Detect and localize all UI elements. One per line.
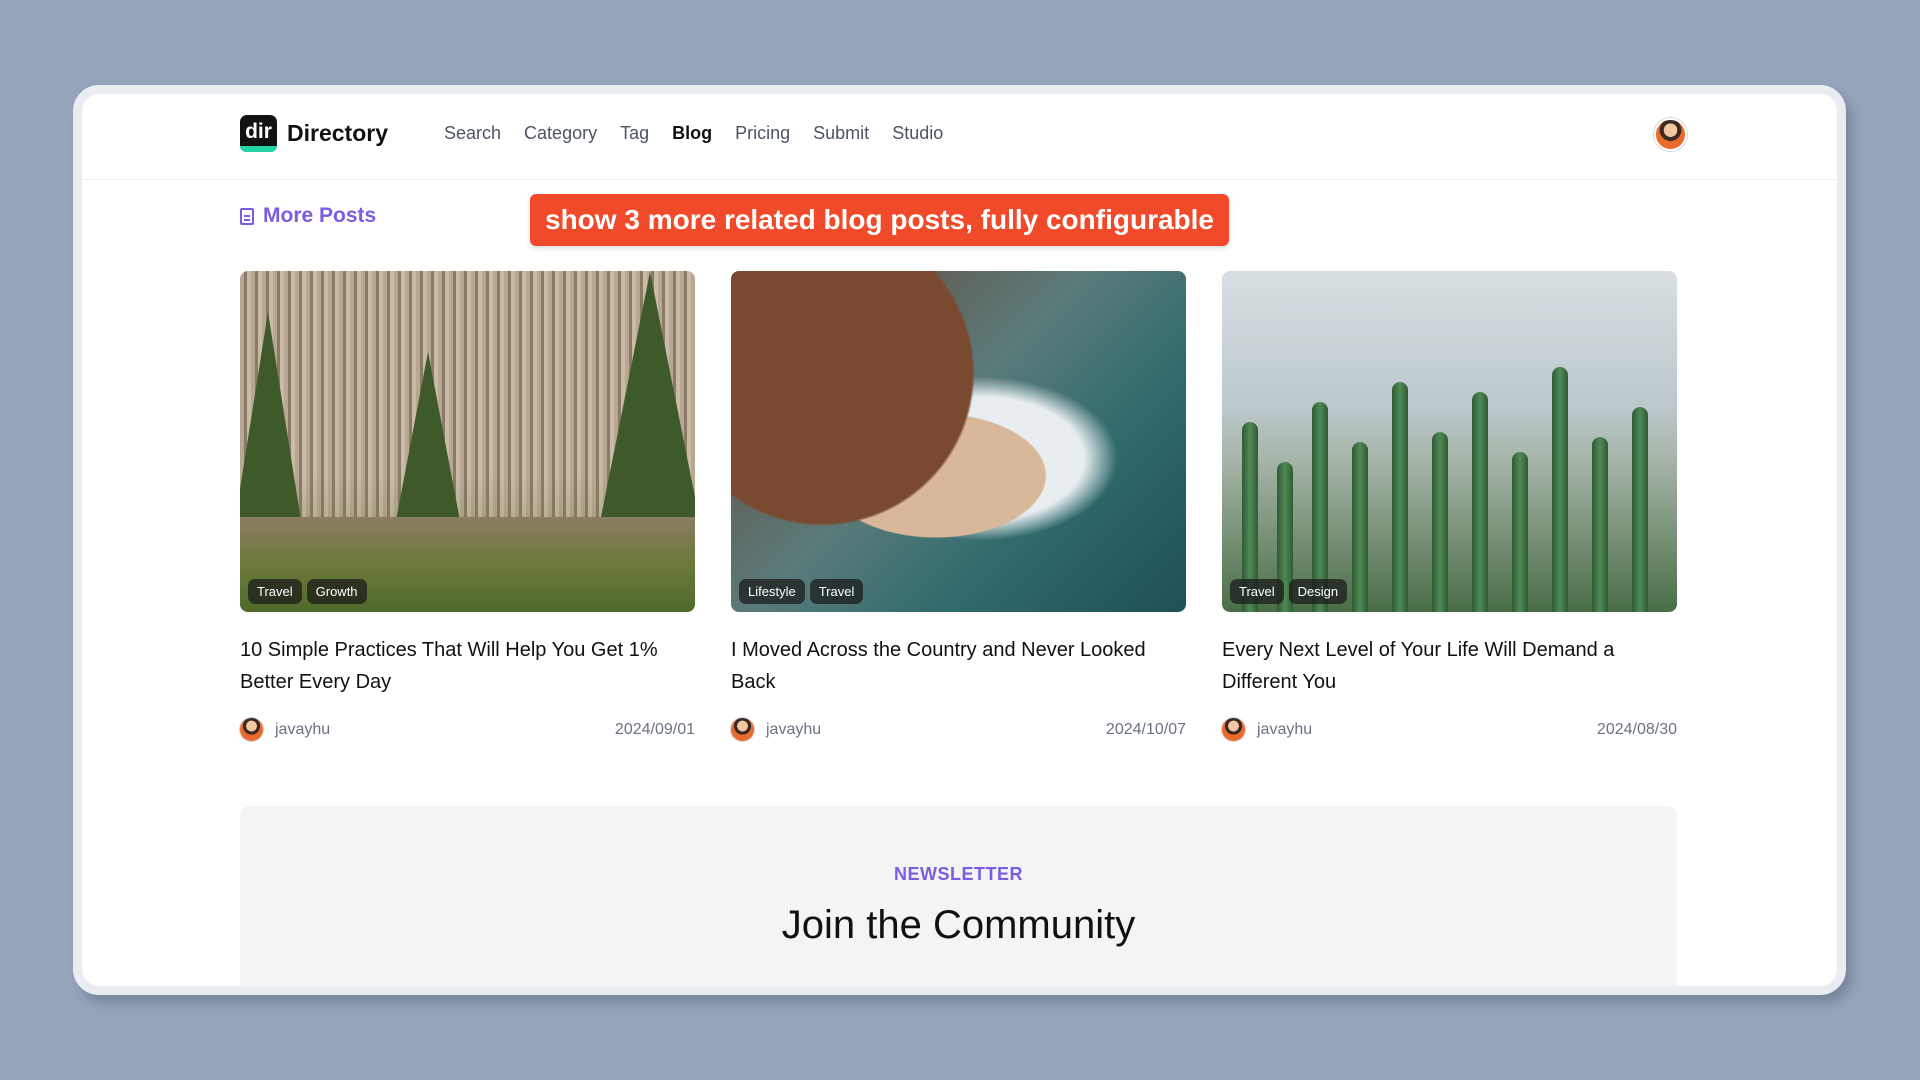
tag[interactable]: Travel: [809, 579, 864, 604]
post-meta: javayhu 2024/09/01: [240, 718, 695, 741]
nav-studio[interactable]: Studio: [892, 123, 943, 144]
post-card[interactable]: Travel Design Every Next Level of Your L…: [1222, 271, 1677, 741]
author-avatar: [240, 718, 263, 741]
author-name: javayhu: [766, 720, 822, 738]
post-thumbnail-cactus[interactable]: Travel Design: [1222, 271, 1677, 612]
document-icon: [240, 207, 254, 225]
tag-list: Travel Growth: [248, 579, 367, 604]
nav-search[interactable]: Search: [444, 123, 501, 144]
author-avatar: [731, 718, 754, 741]
cactus-shape: [1392, 382, 1408, 612]
post-grid: Travel Growth 10 Simple Practices That W…: [240, 271, 1677, 741]
post-title[interactable]: 10 Simple Practices That Will Help You G…: [240, 634, 695, 698]
nav-blog[interactable]: Blog: [672, 123, 712, 144]
post-title[interactable]: Every Next Level of Your Life Will Deman…: [1222, 634, 1677, 698]
post-title[interactable]: I Moved Across the Country and Never Loo…: [731, 634, 1186, 698]
cactus-shape: [1432, 432, 1448, 612]
cactus-shape: [1592, 437, 1608, 612]
tag[interactable]: Travel: [1230, 579, 1284, 604]
more-posts-title: More Posts: [263, 204, 377, 227]
post-date: 2024/08/30: [1596, 720, 1677, 738]
cactus-shape: [1632, 407, 1648, 612]
tag[interactable]: Growth: [306, 579, 367, 604]
tag[interactable]: Travel: [248, 579, 302, 604]
post-card[interactable]: Travel Growth 10 Simple Practices That W…: [240, 271, 695, 741]
tag-list: Lifestyle Travel: [739, 579, 864, 604]
post-card[interactable]: Lifestyle Travel I Moved Across the Coun…: [731, 271, 1186, 741]
annotation-callout: show 3 more related blog posts, fully co…: [530, 194, 1229, 246]
post-author[interactable]: javayhu: [731, 718, 821, 741]
user-avatar[interactable]: [1654, 118, 1687, 151]
newsletter-title: Join the Community: [781, 903, 1136, 947]
post-meta: javayhu 2024/10/07: [731, 718, 1186, 741]
post-thumbnail-forest[interactable]: Travel Growth: [240, 271, 695, 612]
newsletter-section: NEWSLETTER Join the Community: [240, 806, 1677, 986]
author-avatar: [1222, 718, 1245, 741]
newsletter-kicker: NEWSLETTER: [894, 864, 1023, 884]
post-author[interactable]: javayhu: [1222, 718, 1312, 741]
logo-mark: dir: [240, 115, 277, 152]
cactus-shape: [1352, 442, 1368, 612]
author-name: javayhu: [275, 720, 331, 738]
cactus-shape: [1512, 452, 1528, 612]
post-meta: javayhu 2024/08/30: [1222, 718, 1677, 741]
post-date: 2024/09/01: [614, 720, 695, 738]
tag-list: Travel Design: [1230, 579, 1348, 604]
nav-category[interactable]: Category: [524, 123, 597, 144]
nav-submit[interactable]: Submit: [813, 123, 869, 144]
post-date: 2024/10/07: [1105, 720, 1186, 738]
main-nav: Search Category Tag Blog Pricing Submit …: [444, 123, 943, 144]
tree-shape: [240, 312, 306, 552]
logo-text: Directory: [287, 120, 388, 146]
nav-pricing[interactable]: Pricing: [735, 123, 790, 144]
tag[interactable]: Design: [1288, 579, 1348, 604]
site-logo[interactable]: dir Directory: [240, 115, 388, 152]
tag[interactable]: Lifestyle: [739, 579, 805, 604]
cactus-shape: [1472, 392, 1488, 612]
post-thumbnail-coast[interactable]: Lifestyle Travel: [731, 271, 1186, 612]
browser-window: dir Directory Search Category Tag Blog P…: [73, 85, 1846, 995]
author-name: javayhu: [1257, 720, 1313, 738]
cactus-shape: [1552, 367, 1568, 612]
nav-tag[interactable]: Tag: [620, 123, 649, 144]
post-author[interactable]: javayhu: [240, 718, 330, 741]
site-header: dir Directory Search Category Tag Blog P…: [82, 94, 1837, 180]
more-posts-heading: More Posts: [240, 204, 376, 228]
